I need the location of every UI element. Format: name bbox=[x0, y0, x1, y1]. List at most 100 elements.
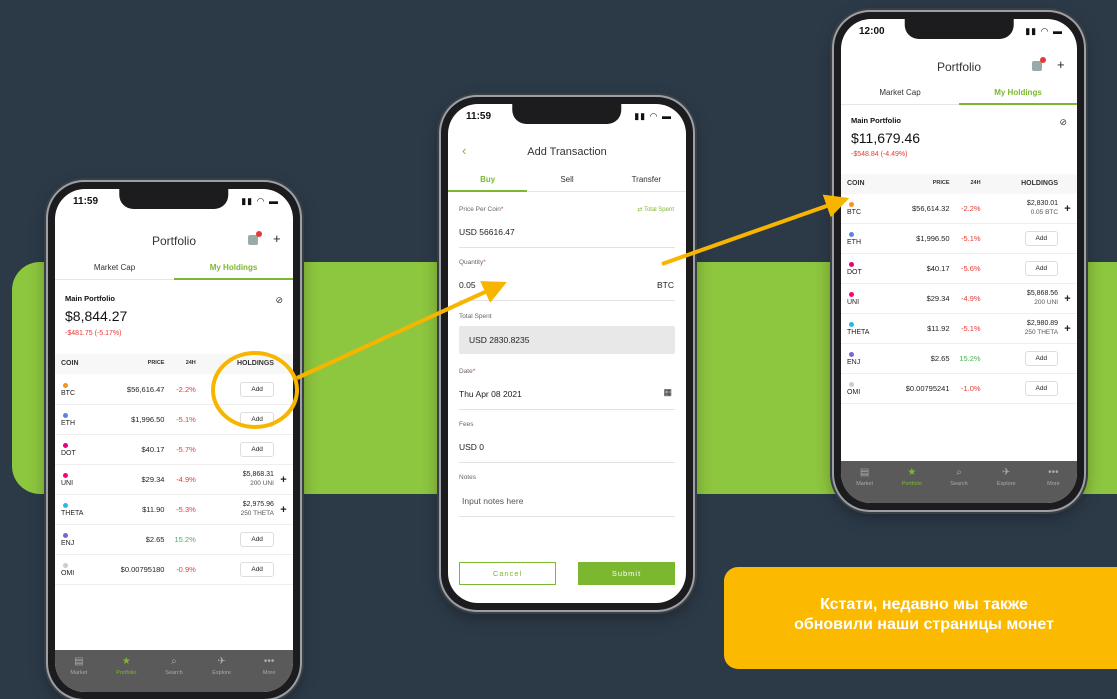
tab-my-holdings[interactable]: My Holdings bbox=[174, 263, 293, 280]
calendar-icon[interactable]: ▦ bbox=[663, 387, 672, 398]
table-row[interactable]: BTC $56,614.32 -2.2% $2,830.01 0.05 BTC + bbox=[841, 194, 1077, 224]
add-holding-button[interactable]: Add bbox=[1024, 230, 1059, 247]
tab-sell[interactable]: Sell bbox=[527, 175, 607, 192]
table-row[interactable]: THETA $11.90 -5.3% $2,975.96 250 THETA + bbox=[55, 495, 293, 525]
nav-search[interactable]: ⌕ Search bbox=[150, 650, 198, 692]
table-row[interactable]: OMI $0.00795180 -0.9% Add bbox=[55, 555, 293, 585]
table-row[interactable]: THETA $11.92 -5.1% $2,980.89 250 THETA + bbox=[841, 314, 1077, 344]
add-holding-button[interactable]: Add bbox=[1024, 380, 1059, 397]
add-holding-button[interactable]: Add bbox=[240, 381, 274, 398]
divider bbox=[459, 409, 675, 410]
change-cell: 15.2% bbox=[174, 535, 196, 544]
coin-logo-icon bbox=[849, 321, 854, 327]
tab-market-cap[interactable]: Market Cap bbox=[841, 88, 959, 105]
tab-transfer[interactable]: Transfer bbox=[606, 175, 686, 192]
price-cell: $56,614.32 bbox=[911, 204, 950, 213]
holdings-cell: $2,975.96 250 THETA bbox=[198, 501, 274, 517]
add-holding-button[interactable]: Add bbox=[240, 531, 274, 548]
divider bbox=[459, 300, 675, 301]
gift-icon[interactable] bbox=[1032, 57, 1046, 71]
nav-explore[interactable]: ✈ Explore bbox=[983, 461, 1030, 503]
banner-line-2: обновили наши страницы монет bbox=[794, 616, 1054, 633]
change-cell: 15.2% bbox=[959, 354, 981, 363]
divider bbox=[459, 247, 675, 248]
col-holdings[interactable]: HOLDINGS bbox=[198, 360, 274, 368]
nav-portfolio[interactable]: ★ Portfolio bbox=[103, 650, 151, 692]
hide-eye-icon[interactable]: ⊘ bbox=[1059, 117, 1067, 128]
add-transaction-plus-button[interactable]: + bbox=[274, 504, 293, 516]
nav-explore-label: Explore bbox=[212, 670, 231, 676]
hide-eye-icon[interactable]: ⊘ bbox=[275, 295, 283, 306]
col-coin[interactable]: COIN bbox=[841, 180, 893, 188]
nav-more[interactable]: ••• More bbox=[1030, 461, 1077, 503]
coin-logo-icon bbox=[63, 412, 68, 418]
add-holding-button[interactable]: Add bbox=[240, 561, 274, 578]
add-icon[interactable]: + bbox=[273, 231, 281, 246]
coin-cell: ENJ bbox=[55, 532, 107, 547]
coin-cell: OMI bbox=[55, 562, 107, 577]
nav-explore[interactable]: ✈ Explore bbox=[198, 650, 246, 692]
price-input[interactable]: USD 56616.47 bbox=[459, 227, 515, 237]
holdings-value: $2,980.89 bbox=[1026, 320, 1059, 328]
price-cell: $2.65 bbox=[145, 535, 165, 544]
submit-button[interactable]: Submit bbox=[578, 562, 675, 585]
fees-input[interactable]: USD 0 bbox=[459, 442, 484, 452]
col-price[interactable]: PRICE bbox=[107, 360, 165, 368]
date-input[interactable]: Thu Apr 08 2021 bbox=[459, 389, 522, 399]
holdings-cell: Add bbox=[198, 381, 274, 398]
col-24h[interactable]: 24H bbox=[950, 180, 983, 188]
nav-market-label: Market bbox=[70, 670, 88, 676]
add-holding-button[interactable]: Add bbox=[240, 441, 274, 458]
col-coin[interactable]: COIN bbox=[55, 360, 107, 368]
add-icon[interactable]: + bbox=[1057, 57, 1065, 72]
total-spent-toggle[interactable]: ⇄ Total Spent bbox=[637, 206, 674, 213]
nav-portfolio-label: Portfolio bbox=[116, 670, 137, 676]
page-title: Add Transaction bbox=[527, 146, 607, 158]
table-row[interactable]: DOT $40.17 -5.7% Add bbox=[55, 435, 293, 465]
quantity-input[interactable]: 0.05 bbox=[459, 280, 476, 290]
coin-logo-icon bbox=[63, 502, 68, 508]
add-transaction-plus-button[interactable]: + bbox=[1058, 203, 1077, 215]
table-row[interactable]: ETH $1,996.50 -5.1% Add bbox=[55, 405, 293, 435]
holdings-amount: 250 THETA bbox=[1024, 328, 1059, 336]
nav-search-label: Search bbox=[950, 481, 968, 487]
holdings-list: BTC $56,616.47 -2.2% Add ETH $1,996.50 -5.1% Ad… bbox=[55, 375, 293, 585]
holdings-amount: 0.05 BTC bbox=[1030, 208, 1059, 216]
coin-logo-icon bbox=[849, 381, 854, 387]
price-cell: $40.17 bbox=[926, 264, 950, 273]
table-row[interactable]: UNI $29.34 -4.9% $5,868.31 200 UNI + bbox=[55, 465, 293, 495]
price-cell: $11.92 bbox=[927, 324, 950, 333]
notes-input[interactable]: Input notes here bbox=[462, 496, 523, 506]
date-label: Date* bbox=[459, 368, 475, 375]
coin-cell: DOT bbox=[55, 442, 107, 457]
tab-market-cap[interactable]: Market Cap bbox=[55, 263, 174, 280]
nav-more[interactable]: ••• More bbox=[245, 650, 293, 692]
add-transaction-plus-button[interactable]: + bbox=[274, 474, 293, 486]
tab-buy[interactable]: Buy bbox=[448, 175, 528, 192]
nav-search[interactable]: ⌕ Search bbox=[935, 461, 982, 503]
table-row[interactable]: OMI $0.00795241 -1.0% Add bbox=[841, 374, 1077, 404]
add-holding-button[interactable]: Add bbox=[240, 411, 274, 428]
col-24h[interactable]: 24H bbox=[164, 360, 197, 368]
nav-market[interactable]: ▤ Market bbox=[841, 461, 888, 503]
nav-portfolio[interactable]: ★ Portfolio bbox=[888, 461, 935, 503]
add-transaction-plus-button[interactable]: + bbox=[1058, 323, 1077, 335]
table-row[interactable]: ENJ $2.65 15.2% Add bbox=[55, 525, 293, 555]
table-row[interactable]: UNI $29.34 -4.9% $5,868.56 200 UNI + bbox=[841, 284, 1077, 314]
add-holding-button[interactable]: Add bbox=[1024, 260, 1059, 277]
tab-my-holdings[interactable]: My Holdings bbox=[959, 88, 1077, 105]
table-row[interactable]: ENJ $2.65 15.2% Add bbox=[841, 344, 1077, 374]
gift-icon[interactable] bbox=[248, 231, 262, 245]
add-transaction-plus-button[interactable]: + bbox=[1058, 293, 1077, 305]
col-price[interactable]: PRICE bbox=[893, 180, 950, 188]
table-row[interactable]: DOT $40.17 -5.6% Add bbox=[841, 254, 1077, 284]
cancel-button[interactable]: Cancel bbox=[459, 562, 556, 585]
table-row[interactable]: BTC $56,616.47 -2.2% Add bbox=[55, 375, 293, 405]
col-holdings[interactable]: HOLDINGS bbox=[983, 180, 1058, 188]
price-label-text: Price Per Coin bbox=[459, 206, 501, 213]
table-row[interactable]: ETH $1,996.50 -5.1% Add bbox=[841, 224, 1077, 254]
add-holding-button[interactable]: Add bbox=[1024, 350, 1059, 367]
table-header: COIN PRICE 24H HOLDINGS bbox=[841, 174, 1077, 195]
nav-market[interactable]: ▤ Market bbox=[55, 650, 103, 692]
coin-symbol: THETA bbox=[847, 328, 870, 336]
